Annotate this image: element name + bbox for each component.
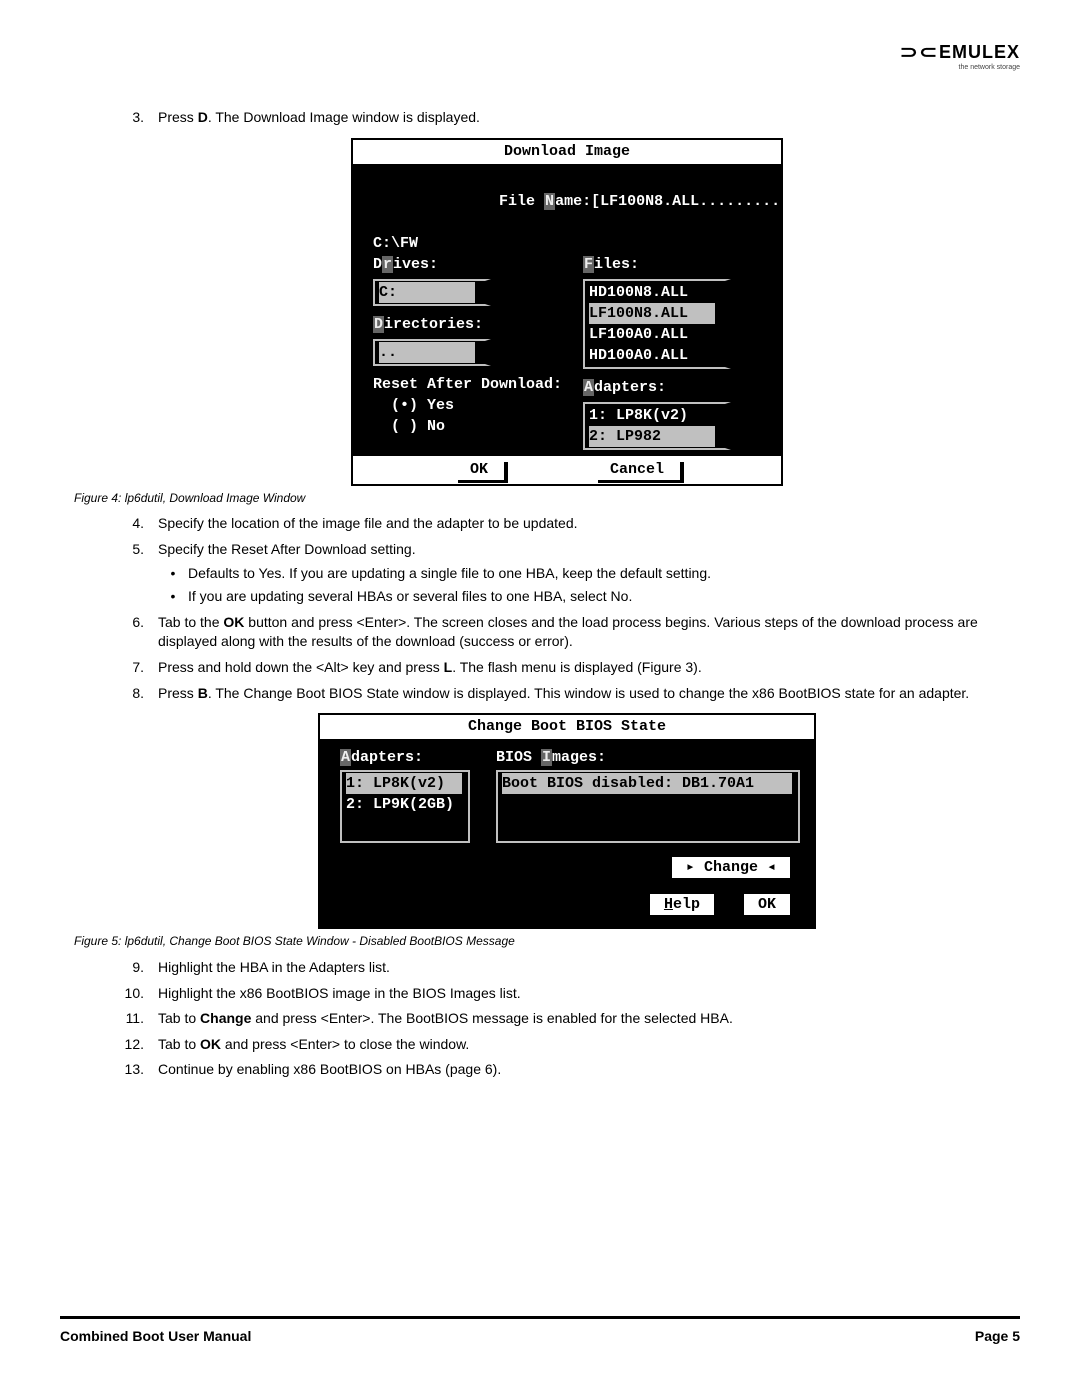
- step-text: Specify the location of the image file a…: [158, 514, 1010, 534]
- step-text: Tab to Change and press <Enter>. The Boo…: [158, 1009, 1010, 1029]
- bullet-text: If you are updating several HBAs or seve…: [188, 587, 632, 607]
- bios-image-item-selected[interactable]: Boot BIOS disabled: DB1.70A1: [502, 773, 792, 794]
- step-text: Highlight the HBA in the Adapters list.: [158, 958, 1010, 978]
- reset-yes-radio[interactable]: (•) Yes: [373, 395, 573, 416]
- dir-item[interactable]: ..: [379, 342, 475, 363]
- file-item[interactable]: HD100A0.ALL: [589, 345, 715, 366]
- step-text: Highlight the x86 BootBIOS image in the …: [158, 984, 1010, 1004]
- figure-4-caption: Figure 4: lp6dutil, Download Image Windo…: [74, 490, 305, 507]
- drives-label: Drives:: [373, 254, 573, 275]
- files-label: Files:: [583, 254, 771, 275]
- adapters-listbox[interactable]: 1: LP8K(v2) 2: LP982: [583, 402, 731, 450]
- figure-5-caption: Figure 5: lp6dutil, Change Boot BIOS Sta…: [74, 933, 515, 950]
- step-text: Press B. The Change Boot BIOS State wind…: [158, 684, 1010, 704]
- reset-no-radio[interactable]: ( ) No: [373, 416, 573, 437]
- file-item[interactable]: HD100N8.ALL: [589, 282, 715, 303]
- step-number: 13.: [124, 1060, 144, 1080]
- bullet-icon: •: [168, 564, 178, 584]
- reset-after-download-label: Reset After Download:: [373, 374, 573, 395]
- dialog-title: Change Boot BIOS State: [320, 715, 814, 741]
- adapter-item[interactable]: 2: LP9K(2GB): [346, 794, 462, 815]
- adapter-item-selected[interactable]: 1: LP8K(v2): [346, 773, 462, 794]
- download-image-dialog: Download Image File Name:[LF100N8.ALL...…: [351, 138, 783, 486]
- directories-listbox[interactable]: ..: [373, 339, 491, 366]
- step-number: 12.: [124, 1035, 144, 1055]
- change-button[interactable]: ▸ Change ◂: [672, 857, 790, 878]
- step-text: Tab to OK and press <Enter> to close the…: [158, 1035, 1010, 1055]
- step-text: Specify the Reset After Download setting…: [158, 540, 1010, 560]
- footer-title: Combined Boot User Manual: [60, 1327, 251, 1347]
- adapter-item[interactable]: 1: LP8K(v2): [589, 405, 715, 426]
- file-name-field[interactable]: File Name:[LF100N8.ALL..................…: [373, 170, 771, 233]
- bullet-icon: •: [168, 587, 178, 607]
- step-text: Press and hold down the <Alt> key and pr…: [158, 658, 1010, 678]
- file-item-selected[interactable]: LF100N8.ALL: [589, 303, 715, 324]
- step-number: 4.: [124, 514, 144, 534]
- bullet-text: Defaults to Yes. If you are updating a s…: [188, 564, 711, 584]
- files-listbox[interactable]: HD100N8.ALL LF100N8.ALL LF100A0.ALL HD10…: [583, 279, 731, 369]
- ok-button[interactable]: OK: [744, 894, 790, 915]
- drive-item[interactable]: C:: [379, 282, 475, 303]
- dialog-title: Download Image: [353, 140, 781, 166]
- step-text: Tab to the OK button and press <Enter>. …: [158, 613, 1010, 652]
- figure-5: Change Boot BIOS State Adapters: 1: LP8K…: [124, 713, 1010, 950]
- logo-text: EMULEX: [939, 42, 1020, 62]
- current-path: C:\FW: [373, 233, 771, 254]
- footer-page-number: Page 5: [975, 1327, 1020, 1347]
- step-number: 9.: [124, 958, 144, 978]
- step-number: 3.: [124, 108, 144, 128]
- adapters-label: Adapters:: [583, 377, 771, 398]
- step-number: 10.: [124, 984, 144, 1004]
- file-item[interactable]: LF100A0.ALL: [589, 324, 715, 345]
- step-number: 7.: [124, 658, 144, 678]
- step-number: 5.: [124, 540, 144, 560]
- step-number: 8.: [124, 684, 144, 704]
- drives-listbox[interactable]: C:: [373, 279, 491, 306]
- adapter-item-selected[interactable]: 2: LP982: [589, 426, 715, 447]
- adapters-listbox[interactable]: 1: LP8K(v2) 2: LP9K(2GB): [340, 770, 470, 843]
- help-button[interactable]: Help: [650, 894, 714, 915]
- figure-4: Download Image File Name:[LF100N8.ALL...…: [124, 138, 1010, 507]
- brand-logo: ⊃⊂EMULEX the network storage: [903, 40, 1020, 73]
- directories-label: Directories:: [373, 314, 573, 335]
- step-text: Continue by enabling x86 BootBIOS on HBA…: [158, 1060, 1010, 1080]
- ok-button[interactable]: OK: [454, 459, 504, 480]
- step-number: 11.: [124, 1009, 144, 1029]
- adapters-label: Adapters:: [340, 747, 470, 768]
- step-number: 6.: [124, 613, 144, 652]
- bios-images-label: BIOS Images:: [496, 747, 800, 768]
- logo-glyph-icon: ⊃⊂: [900, 40, 939, 65]
- footer-rule: [60, 1316, 1020, 1319]
- bios-images-listbox[interactable]: Boot BIOS disabled: DB1.70A1: [496, 770, 800, 843]
- change-boot-bios-dialog: Change Boot BIOS State Adapters: 1: LP8K…: [318, 713, 816, 929]
- step-text: Press D. The Download Image window is di…: [158, 108, 1010, 128]
- cancel-button[interactable]: Cancel: [594, 459, 680, 480]
